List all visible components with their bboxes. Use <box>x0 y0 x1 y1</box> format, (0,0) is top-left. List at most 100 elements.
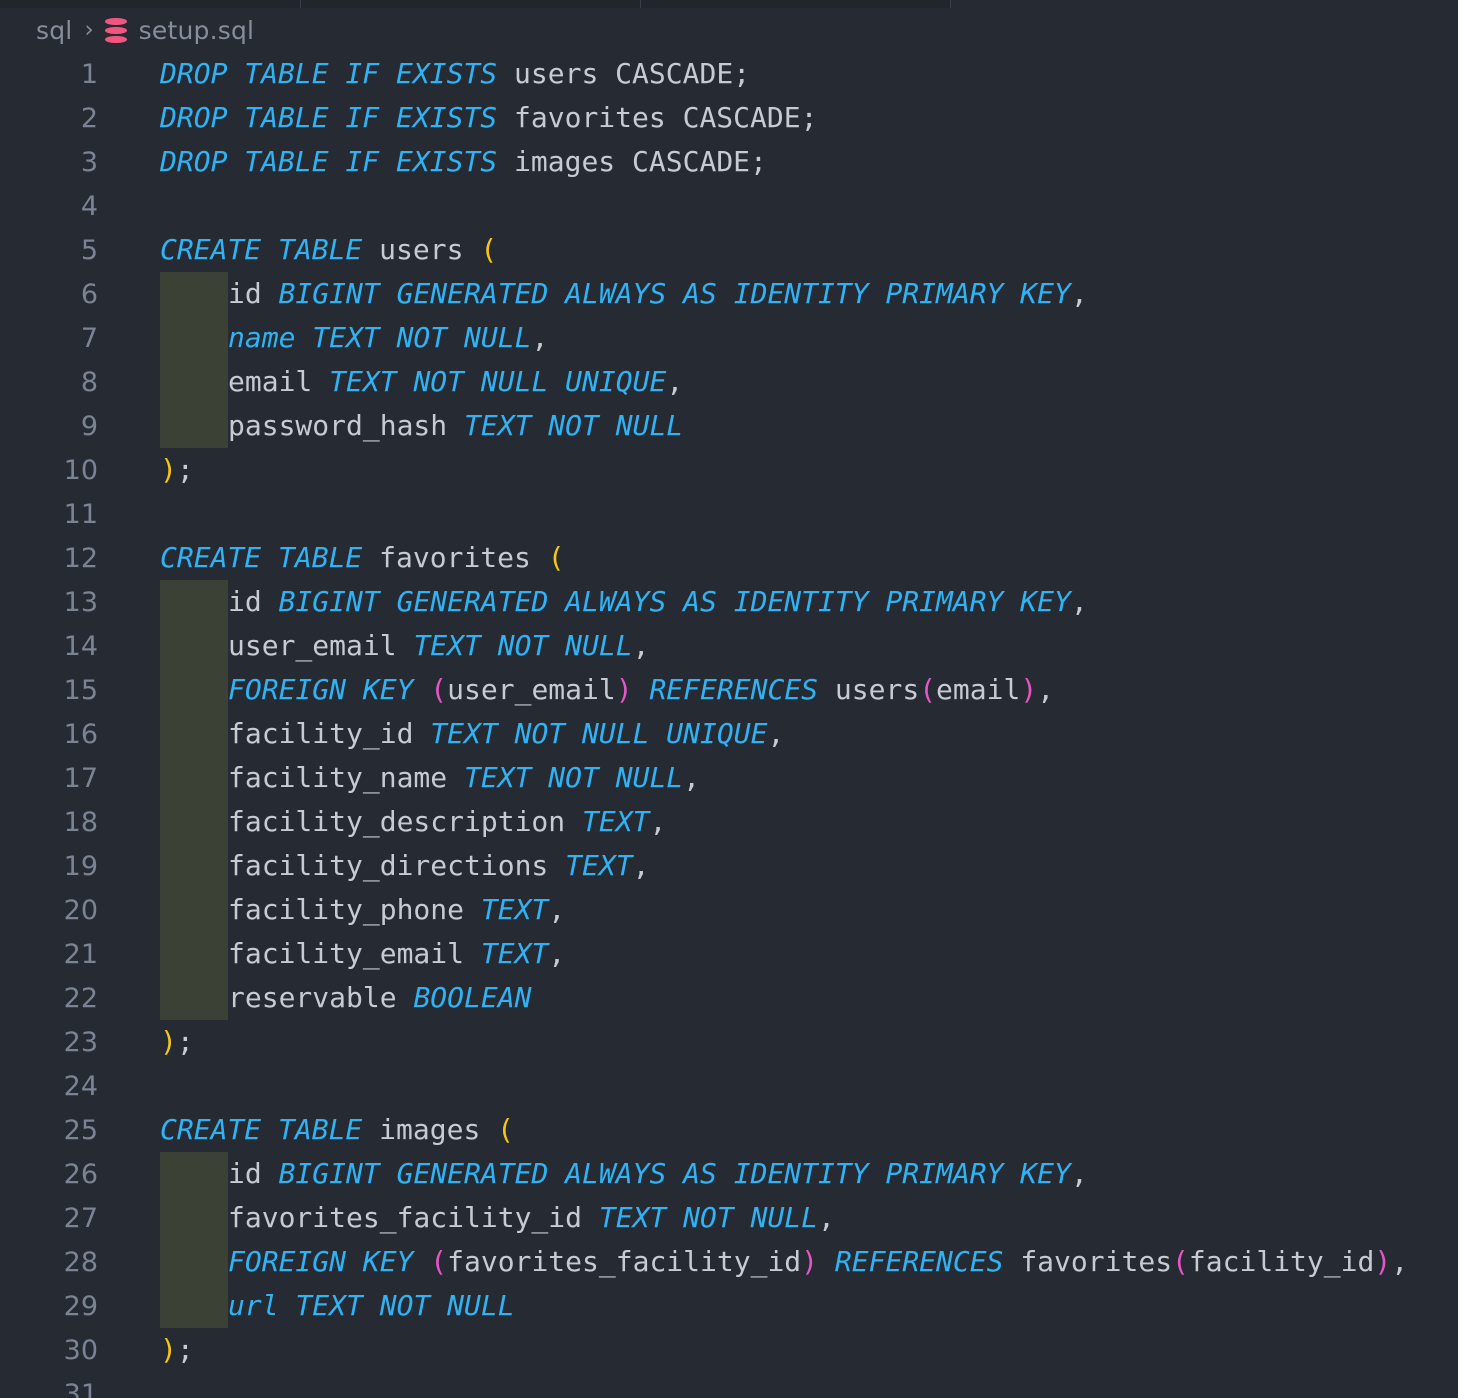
code-line[interactable]: 24 <box>0 1064 1458 1108</box>
code-token: , <box>666 365 684 398</box>
code-line-content[interactable]: password_hash TEXT NOT NULL <box>100 404 1458 448</box>
code-line-content[interactable]: ); <box>100 448 1458 492</box>
code-line[interactable]: 27 favorites_facility_id TEXT NOT NULL, <box>0 1196 1458 1240</box>
breadcrumb-filename[interactable]: setup.sql <box>139 16 255 45</box>
code-line-content[interactable]: facility_id TEXT NOT NULL UNIQUE, <box>100 712 1458 756</box>
line-number: 18 <box>63 806 98 838</box>
code-line[interactable]: 8 email TEXT NOT NULL UNIQUE, <box>0 360 1458 404</box>
code-token: TEXT <box>565 849 633 882</box>
code-line-content[interactable]: user_email TEXT NOT NULL, <box>100 624 1458 668</box>
editor-tab-strip[interactable] <box>0 0 1458 8</box>
code-line-content[interactable]: DROP TABLE IF EXISTS users CASCADE; <box>100 52 1458 96</box>
code-line[interactable]: 25 CREATE TABLE images ( <box>0 1108 1458 1152</box>
breadcrumb-folder[interactable]: sql <box>36 16 72 45</box>
code-line-content[interactable]: facility_description TEXT, <box>100 800 1458 844</box>
code-line-content[interactable]: CREATE TABLE images ( <box>100 1108 1458 1152</box>
code-tokens: id BIGINT GENERATED ALWAYS AS IDENTITY P… <box>160 580 1088 624</box>
code-line[interactable]: 13 id BIGINT GENERATED ALWAYS AS IDENTITY… <box>0 580 1458 624</box>
code-line-content[interactable]: url TEXT NOT NULL <box>100 1284 1458 1328</box>
code-line[interactable]: 22 reservable BOOLEAN <box>0 976 1458 1020</box>
code-line[interactable]: 2 DROP TABLE IF EXISTS favorites CASCADE; <box>0 96 1458 140</box>
code-line[interactable]: 17 facility_name TEXT NOT NULL, <box>0 756 1458 800</box>
code-line-content[interactable]: FOREIGN KEY (user_email) REFERENCES user… <box>100 668 1458 712</box>
code-line-content[interactable]: email TEXT NOT NULL UNIQUE, <box>100 360 1458 404</box>
code-line[interactable]: 21 facility_email TEXT, <box>0 932 1458 976</box>
line-number: 3 <box>80 146 98 178</box>
code-line[interactable]: 11 <box>0 492 1458 536</box>
code-line-content[interactable]: facility_email TEXT, <box>100 932 1458 976</box>
code-line[interactable]: 1 DROP TABLE IF EXISTS users CASCADE; <box>0 52 1458 96</box>
code-line[interactable]: 3 DROP TABLE IF EXISTS images CASCADE; <box>0 140 1458 184</box>
code-line[interactable]: 31 <box>0 1372 1458 1398</box>
code-line[interactable]: 9 password_hash TEXT NOT NULL <box>0 404 1458 448</box>
code-token: FOREIGN KEY <box>228 1245 414 1278</box>
code-line[interactable]: 26 id BIGINT GENERATED ALWAYS AS IDENTITY… <box>0 1152 1458 1196</box>
code-token: TEXT NOT NULL <box>464 761 684 794</box>
code-token: , <box>632 629 650 662</box>
line-number: 4 <box>80 190 98 222</box>
code-token: , <box>531 321 549 354</box>
code-line[interactable]: 6 id BIGINT GENERATED ALWAYS AS IDENTITY … <box>0 272 1458 316</box>
code-token: TEXT <box>480 937 549 970</box>
code-line[interactable]: 23); <box>0 1020 1458 1064</box>
code-token: , <box>548 937 566 970</box>
code-line[interactable]: 12 CREATE TABLE favorites ( <box>0 536 1458 580</box>
code-token: , <box>1391 1245 1409 1278</box>
code-tokens: url TEXT NOT NULL <box>160 1284 515 1328</box>
code-line-content[interactable]: FOREIGN KEY (favorites_facility_id) REFE… <box>100 1240 1458 1284</box>
code-line[interactable]: 15 FOREIGN KEY (user_email) REFERENCES us… <box>0 668 1458 712</box>
code-line[interactable]: 4 <box>0 184 1458 228</box>
line-number: 9 <box>80 410 98 442</box>
code-line-content[interactable]: id BIGINT GENERATED ALWAYS AS IDENTITY P… <box>100 272 1458 316</box>
code-token: name TEXT NOT NULL <box>228 321 532 354</box>
code-line-content[interactable]: facility_name TEXT NOT NULL, <box>100 756 1458 800</box>
code-token: ; <box>750 145 767 178</box>
code-tokens: FOREIGN KEY (favorites_facility_id) REFE… <box>160 1240 1408 1284</box>
code-token: BIGINT GENERATED ALWAYS AS IDENTITY PRIM… <box>278 585 1071 618</box>
code-token: email <box>228 365 313 398</box>
code-line-content[interactable] <box>100 1372 1458 1398</box>
code-token: ( <box>1172 1245 1189 1278</box>
code-token: users <box>379 233 464 266</box>
code-line-content[interactable]: ); <box>100 1020 1458 1064</box>
code-line[interactable]: 20 facility_phone TEXT, <box>0 888 1458 932</box>
code-token: REFERENCES <box>834 1245 1004 1278</box>
code-line-content[interactable] <box>100 492 1458 536</box>
code-line-content[interactable]: facility_phone TEXT, <box>100 888 1458 932</box>
code-line-content[interactable]: CREATE TABLE favorites ( <box>100 536 1458 580</box>
code-line-content[interactable]: ); <box>100 1328 1458 1372</box>
code-line[interactable]: 10); <box>0 448 1458 492</box>
active-tab[interactable] <box>950 0 1458 8</box>
code-line[interactable]: 29 url TEXT NOT NULL <box>0 1284 1458 1328</box>
code-line-content[interactable]: id BIGINT GENERATED ALWAYS AS IDENTITY P… <box>100 580 1458 624</box>
chevron-right-icon: › <box>84 17 94 43</box>
line-number: 22 <box>63 982 98 1014</box>
code-line-content[interactable]: favorites_facility_id TEXT NOT NULL, <box>100 1196 1458 1240</box>
code-line[interactable]: 5 CREATE TABLE users ( <box>0 228 1458 272</box>
code-line-content[interactable]: facility_directions TEXT, <box>100 844 1458 888</box>
code-line-content[interactable]: id BIGINT GENERATED ALWAYS AS IDENTITY P… <box>100 1152 1458 1196</box>
code-line[interactable]: 14 user_email TEXT NOT NULL, <box>0 624 1458 668</box>
code-editor[interactable]: 1 DROP TABLE IF EXISTS users CASCADE; 2 DRO… <box>0 52 1458 1398</box>
code-line[interactable]: 30); <box>0 1328 1458 1372</box>
code-line-content[interactable]: name TEXT NOT NULL, <box>100 316 1458 360</box>
code-line-content[interactable] <box>100 184 1458 228</box>
code-line-content[interactable]: DROP TABLE IF EXISTS favorites CASCADE; <box>100 96 1458 140</box>
code-line-content[interactable]: reservable BOOLEAN <box>100 976 1458 1020</box>
code-token: id <box>228 585 262 618</box>
code-line[interactable]: 7 name TEXT NOT NULL, <box>0 316 1458 360</box>
code-token: user_email <box>447 673 616 706</box>
code-line[interactable]: 16 facility_id TEXT NOT NULL UNIQUE, <box>0 712 1458 756</box>
code-line[interactable]: 18 facility_description TEXT, <box>0 800 1458 844</box>
code-line-content[interactable]: DROP TABLE IF EXISTS images CASCADE; <box>100 140 1458 184</box>
code-token: url TEXT NOT NULL <box>228 1289 515 1322</box>
code-token: user_email <box>228 629 397 662</box>
code-line-content[interactable]: CREATE TABLE users ( <box>100 228 1458 272</box>
code-line[interactable]: 19 facility_directions TEXT, <box>0 844 1458 888</box>
code-line[interactable]: 28 FOREIGN KEY (favorites_facility_id) RE… <box>0 1240 1458 1284</box>
code-line-content[interactable] <box>100 1064 1458 1108</box>
